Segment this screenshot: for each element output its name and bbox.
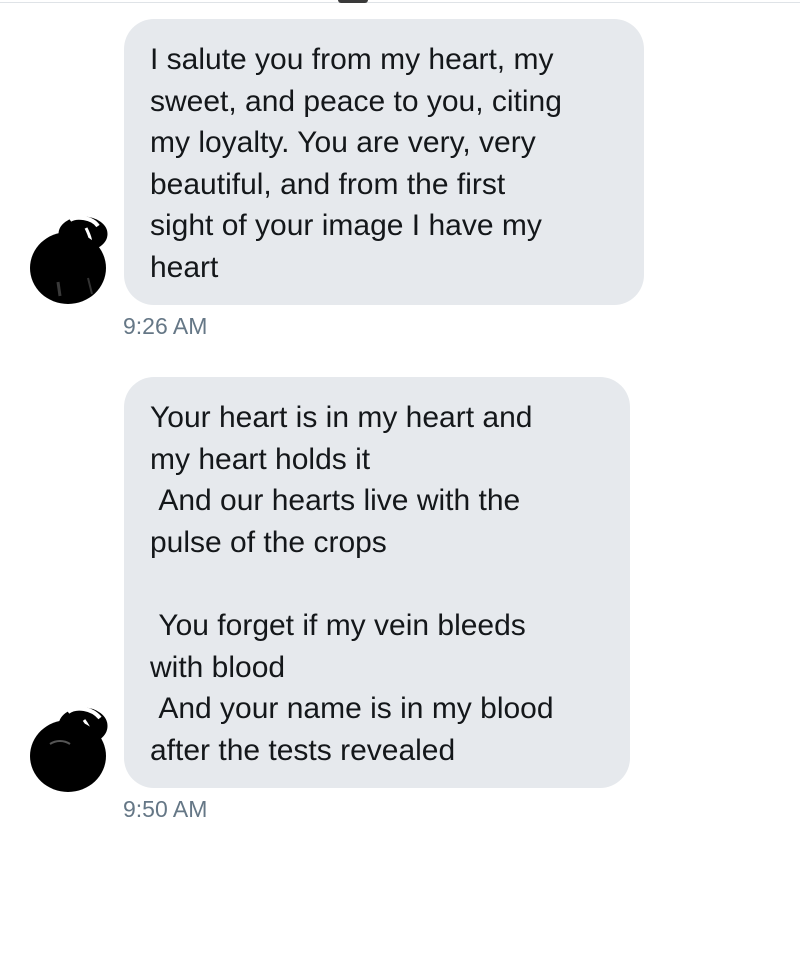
message-bubble[interactable]: I salute you from my heart, my sweet, an… <box>124 19 644 305</box>
top-divider <box>0 2 800 3</box>
message-timestamp: 9:50 AM <box>123 796 208 822</box>
top-scroll-indicator <box>338 0 368 3</box>
sender-avatar[interactable] <box>28 702 112 792</box>
message-bubble[interactable]: Your heart is in my heart and my heart h… <box>124 377 630 788</box>
message-timestamp: 9:26 AM <box>123 313 208 339</box>
sender-avatar[interactable] <box>28 212 112 304</box>
redacted-avatar-icon <box>30 704 111 792</box>
redacted-avatar-icon <box>30 213 111 304</box>
